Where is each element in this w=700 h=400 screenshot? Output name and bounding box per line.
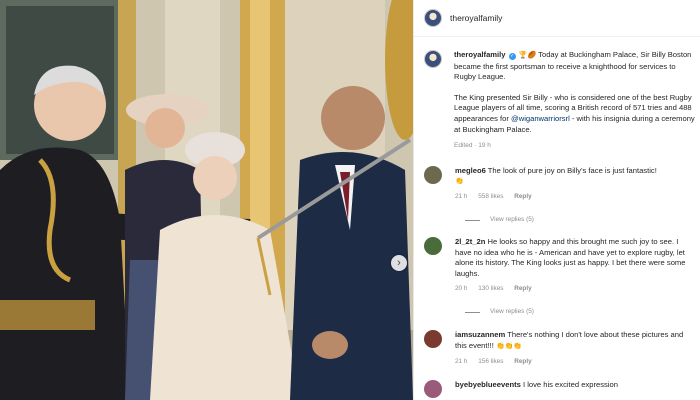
comment-username[interactable]: iamsuzannem — [455, 330, 505, 339]
profile-avatar[interactable] — [424, 9, 442, 27]
comment-avatar[interactable] — [424, 380, 442, 398]
comment-reply-button[interactable]: Reply — [514, 285, 531, 292]
post-caption: theroyalfamily ✓ 🏆🏉 Today at Buckingham … — [424, 50, 696, 152]
view-replies-button[interactable]: View replies (5) — [465, 215, 696, 226]
comment-emoji: 👏 — [455, 177, 464, 185]
caption-mention-link[interactable]: @wiganwarriorsrl — [511, 114, 570, 123]
post-panel: theroyalfamily theroyalfamily ✓ 🏆🏉 Today… — [413, 0, 700, 400]
caption-username[interactable]: theroyalfamily — [454, 50, 506, 59]
comment-reply-button[interactable]: Reply — [514, 193, 531, 200]
comment-text: The look of pure joy on Billy's face is … — [487, 166, 657, 175]
view-replies-line — [465, 219, 480, 221]
view-replies-button[interactable]: View replies (5) — [465, 307, 696, 318]
caption-emojis: 🏆🏉 — [518, 52, 537, 59]
comment-time: 21 h — [455, 193, 468, 201]
verified-badge-icon: ✓ — [508, 53, 516, 60]
comment-body: 2l_2t_2n He looks so happy and this brou… — [455, 237, 696, 318]
comment-item: 2l_2t_2n He looks so happy and this brou… — [424, 237, 696, 318]
caption-paragraph-2: The King presented Sir Billy - who is co… — [454, 93, 696, 135]
comment-text: He looks so happy and this brought me su… — [455, 237, 686, 278]
comment-body: megleo6 The look of pure joy on Billy's … — [455, 166, 696, 225]
comment-body: iamsuzannem There's nothing I don't love… — [455, 330, 696, 368]
comment-reply-button[interactable]: Reply — [514, 358, 531, 365]
view-replies-label: View replies (5) — [490, 307, 534, 315]
comment-avatar[interactable] — [424, 330, 442, 348]
caption-avatar[interactable] — [424, 50, 442, 68]
header-username[interactable]: theroyalfamily — [450, 13, 502, 23]
comment-likes[interactable]: 130 likes — [478, 285, 503, 292]
comment-avatar[interactable] — [424, 166, 442, 184]
comment-emoji: 👏👏👏 — [495, 342, 523, 350]
caption-meta: Edited · 19 h — [454, 142, 491, 150]
photo-illustration — [0, 0, 413, 400]
post-header: theroyalfamily — [414, 0, 700, 37]
comment-username[interactable]: byebyeblueevents — [455, 380, 521, 389]
comment-meta: 20 h 130 likes Reply — [455, 284, 696, 295]
comment-meta: 21 h 156 likes Reply — [455, 357, 696, 368]
comment-meta: 21 h 558 likes Reply — [455, 192, 696, 203]
comment-username[interactable]: megleo6 — [455, 166, 486, 175]
comment-likes[interactable]: 156 likes — [478, 358, 503, 365]
comment-username[interactable]: 2l_2t_2n — [455, 237, 485, 246]
post-photo: › — [0, 0, 413, 400]
comment-time: 21 h — [455, 358, 468, 366]
comment-body: byebyeblueevents I love his excited expr… — [455, 380, 696, 391]
comment-time: 20 h — [455, 285, 468, 293]
view-replies-label: View replies (5) — [490, 215, 534, 223]
view-replies-line — [465, 311, 480, 313]
comment-avatar[interactable] — [424, 237, 442, 255]
comment-text: I love his excited expression — [522, 380, 618, 389]
comment-item: megleo6 The look of pure joy on Billy's … — [424, 166, 696, 225]
comment-item: iamsuzannem There's nothing I don't love… — [424, 330, 696, 368]
comment-item: byebyeblueevents I love his excited expr… — [424, 380, 696, 398]
next-photo-arrow-icon[interactable]: › — [391, 255, 407, 271]
comment-likes[interactable]: 558 likes — [478, 193, 503, 200]
caption-body: theroyalfamily ✓ 🏆🏉 Today at Buckingham … — [454, 50, 696, 152]
